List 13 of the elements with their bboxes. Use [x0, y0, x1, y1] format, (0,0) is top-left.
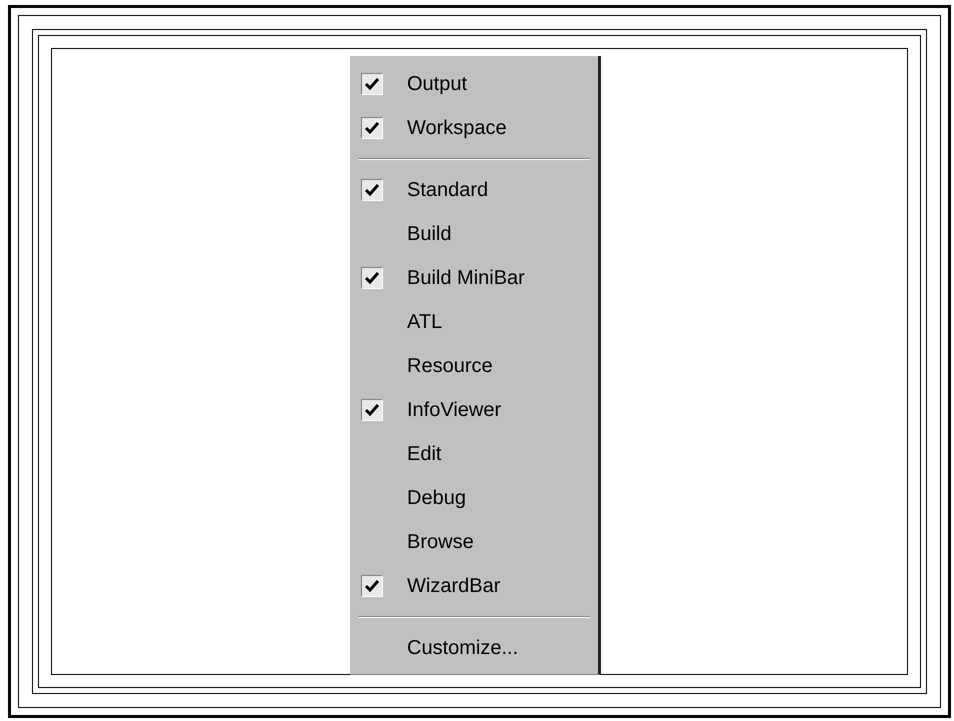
menu-item[interactable]: Edit [350, 432, 598, 476]
menu-item[interactable]: Debug [350, 476, 598, 520]
menu-item[interactable]: InfoViewer [350, 388, 598, 432]
menu-item[interactable]: Build [350, 212, 598, 256]
menu-item[interactable]: Resource [350, 344, 598, 388]
menu-item[interactable]: Output [350, 62, 598, 106]
menu-item[interactable]: WizardBar [350, 564, 598, 608]
menu-item[interactable]: Build MiniBar [350, 256, 598, 300]
menu-item[interactable]: Customize... [350, 626, 598, 670]
menu-item[interactable]: Browse [350, 520, 598, 564]
menu-item[interactable]: ATL [350, 300, 598, 344]
menu-item[interactable]: Standard [350, 168, 598, 212]
menu-item[interactable]: Workspace [350, 106, 598, 150]
